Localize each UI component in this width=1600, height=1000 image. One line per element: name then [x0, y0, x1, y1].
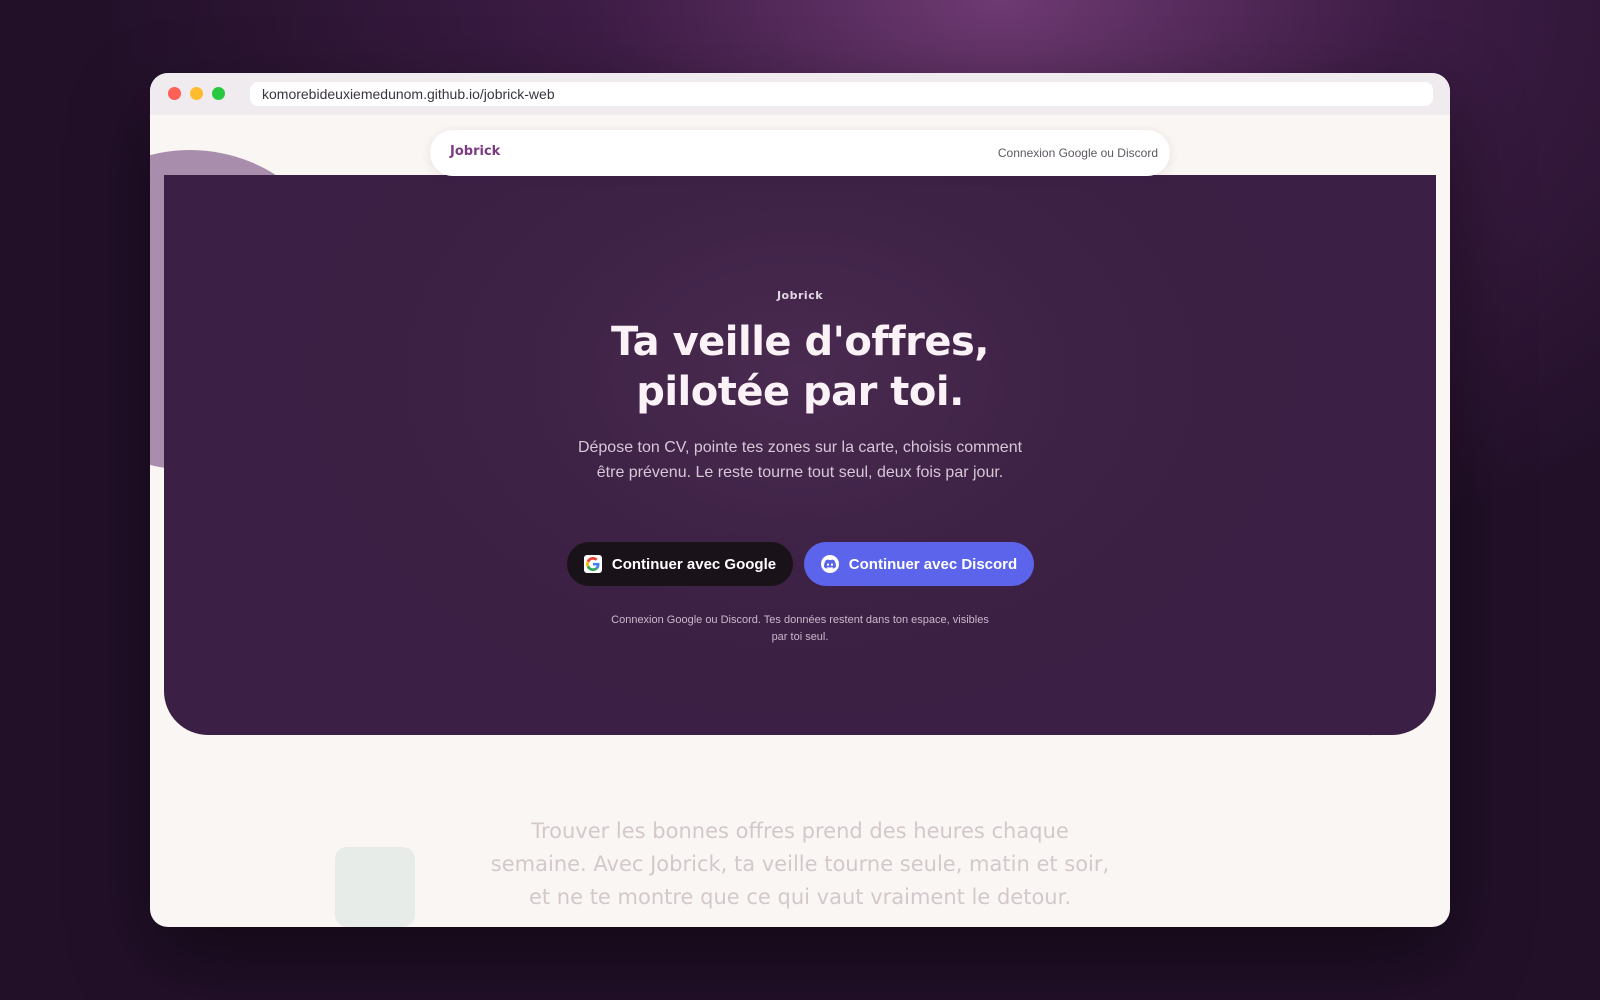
hero-headline-line2: pilotée par toi.	[636, 369, 964, 415]
top-navbar: Jobrick Connexion Google ou Discord	[430, 130, 1170, 176]
close-window-button[interactable]	[168, 87, 181, 100]
minimize-window-button[interactable]	[190, 87, 203, 100]
hero-headline-line1: Ta veille d'offres,	[611, 319, 989, 365]
google-icon	[583, 555, 602, 573]
decorative-square	[335, 847, 415, 927]
brand-logo[interactable]: Jobrick	[450, 144, 500, 159]
hero-subtitle: Dépose ton CV, pointe tes zones sur la c…	[577, 439, 1023, 481]
privacy-fineprint: Connexion Google ou Discord. Tes données…	[611, 614, 989, 643]
discord-icon	[820, 555, 839, 573]
section-intro-text: Trouver les bonnes offres prend des heur…	[490, 819, 1110, 909]
hero-headline: Ta veille d'offres, pilotée par toi.	[500, 317, 1100, 417]
hero-section: Jobrick Ta veille d'offres, pilotée par …	[164, 175, 1436, 735]
address-bar[interactable]: komorebideuxiemedunom.github.io/jobrick-…	[250, 82, 1433, 106]
browser-toolbar: komorebideuxiemedunom.github.io/jobrick-…	[150, 73, 1450, 115]
page-viewport: Jobrick Connexion Google ou Discord Jobr…	[150, 115, 1450, 927]
browser-window: komorebideuxiemedunom.github.io/jobrick-…	[150, 73, 1450, 927]
hero-eyebrow: Jobrick	[776, 289, 824, 302]
continue-with-google-button[interactable]: Continuer avec Google	[567, 542, 793, 586]
google-button-label: Continuer avec Google	[611, 555, 777, 573]
address-bar-url: komorebideuxiemedunom.github.io/jobrick-…	[262, 86, 555, 102]
auth-hint-link[interactable]: Connexion Google ou Discord	[998, 146, 1158, 160]
maximize-window-button[interactable]	[212, 87, 225, 100]
discord-button-label: Continuer avec Discord	[848, 555, 1018, 573]
continue-with-discord-button[interactable]: Continuer avec Discord	[804, 542, 1034, 586]
